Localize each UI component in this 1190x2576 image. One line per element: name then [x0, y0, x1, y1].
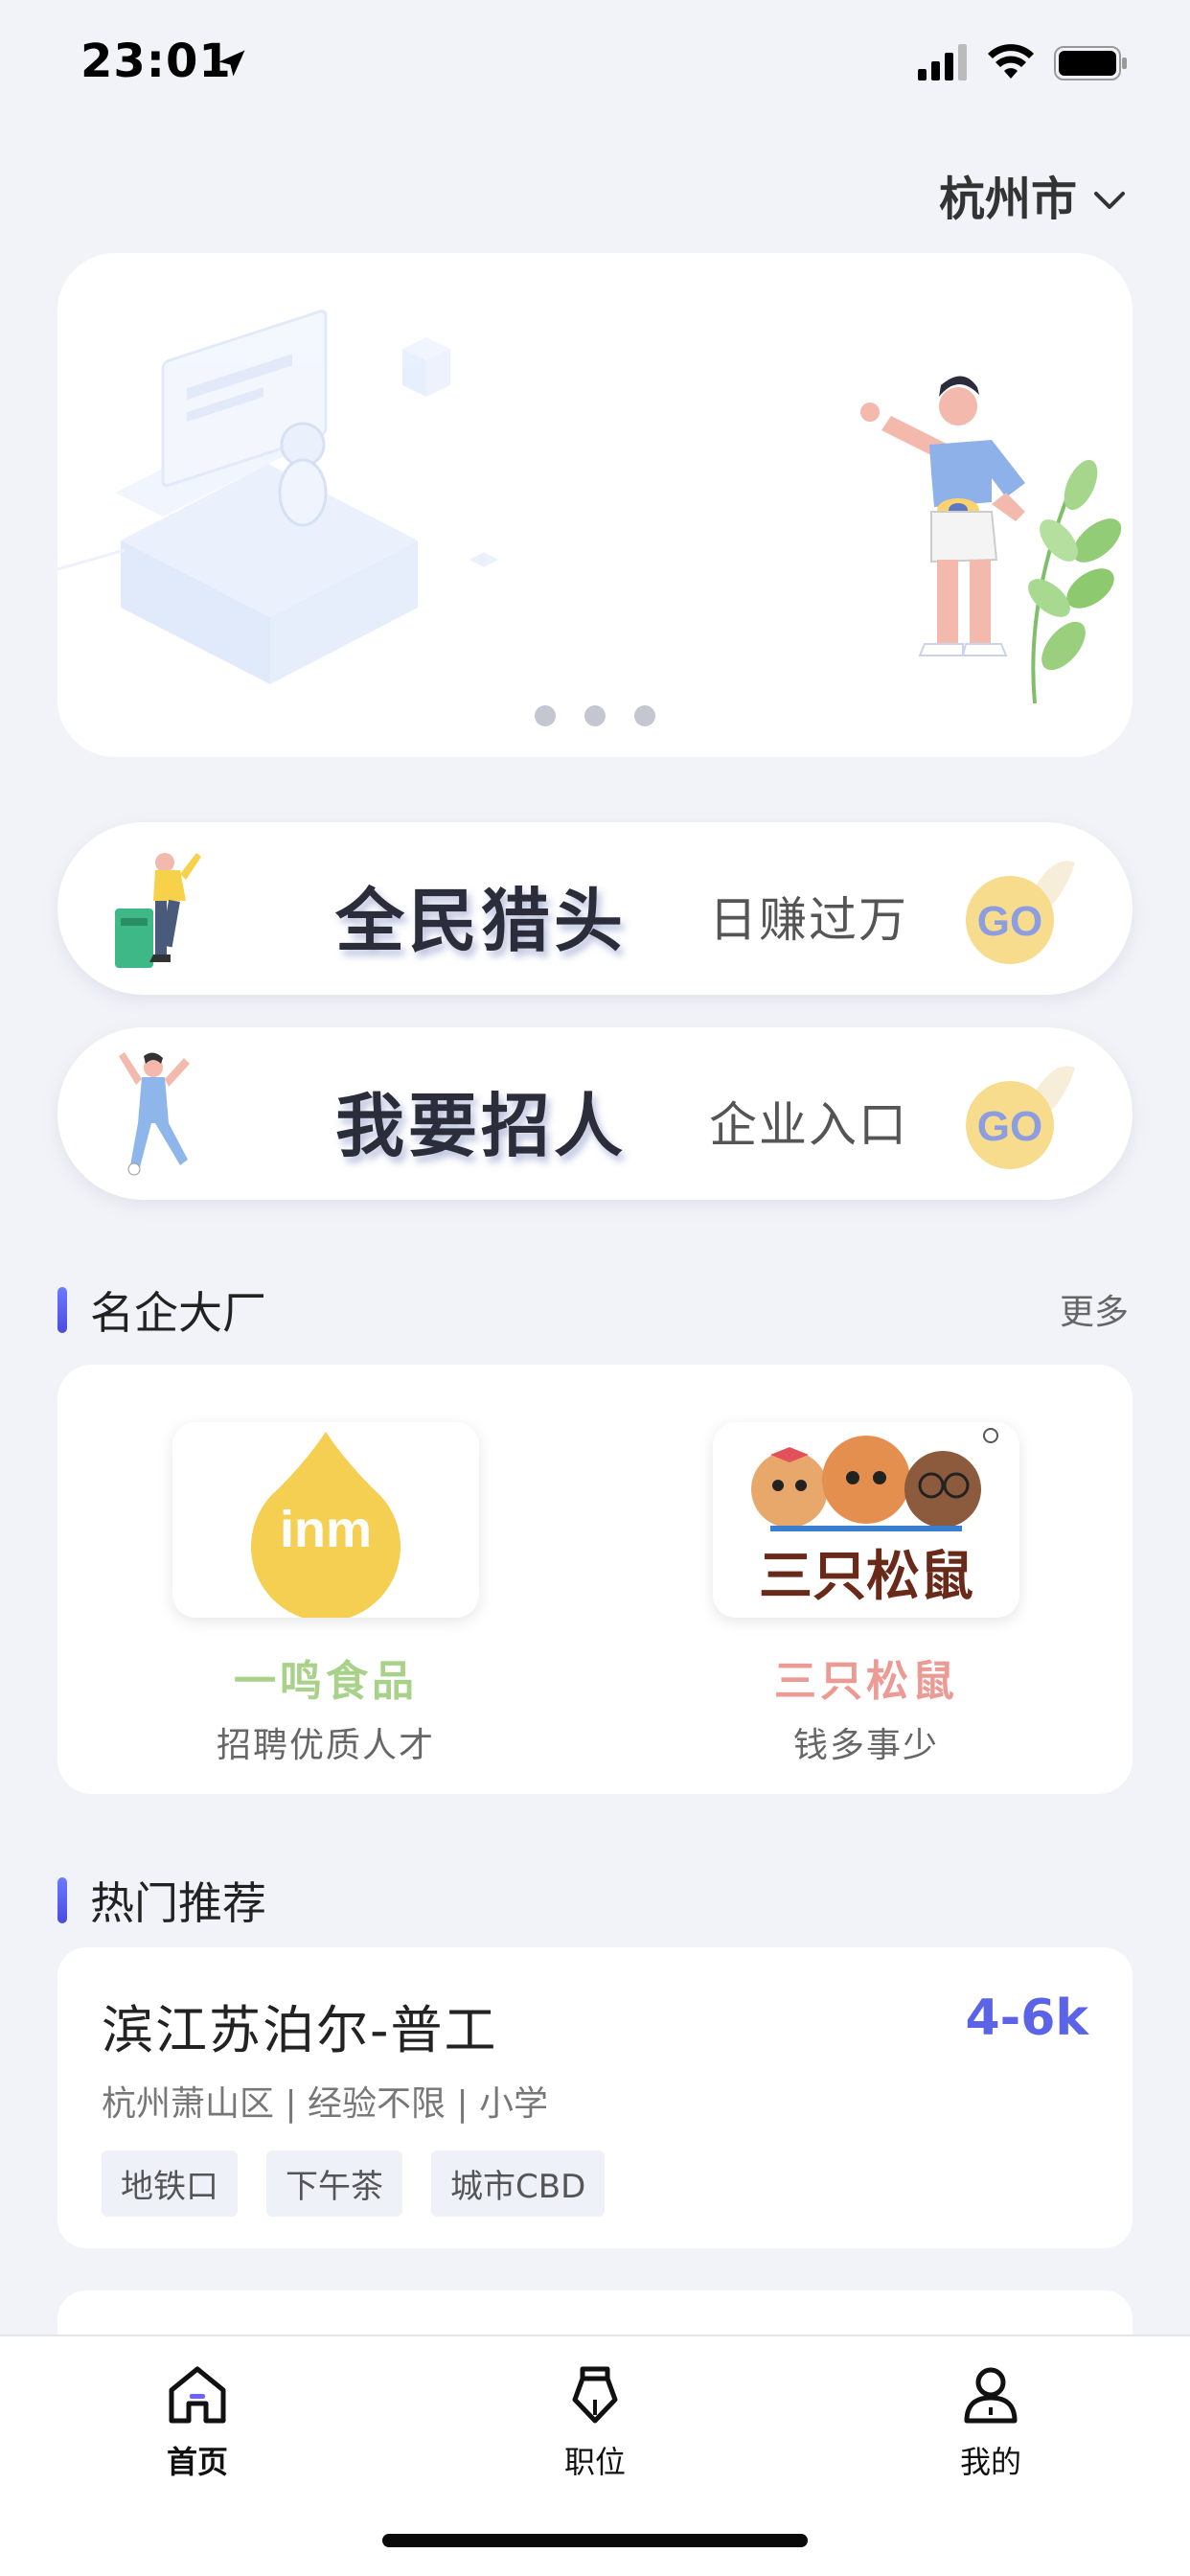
job-title: 滨江苏泊尔-普工	[102, 2000, 498, 2060]
promo-title: 全民猎头	[335, 881, 628, 961]
logo-text: inm	[280, 1501, 372, 1558]
wifi-icon	[988, 44, 1034, 79]
company-name: 三只松鼠	[774, 1657, 958, 1706]
location-arrow-icon	[218, 50, 245, 77]
battery-icon	[1054, 46, 1127, 80]
section-famous-companies: 名企大厂	[57, 1278, 266, 1342]
job-card[interactable]: 滨江苏泊尔-普工 4-6k 杭州萧山区 | 经验不限 | 小学 地铁口 下午茶 …	[57, 1947, 1133, 2248]
tab-label: 首页	[166, 2444, 228, 2480]
status-time: 23:01	[80, 34, 232, 88]
section-accent-bar	[57, 1877, 67, 1923]
go-button[interactable]: GO	[960, 843, 1085, 978]
section-accent-bar	[57, 1287, 67, 1333]
job-tags: 地铁口 下午茶 城市CBD	[102, 2150, 606, 2217]
chevron-down-icon	[1094, 192, 1125, 209]
carousel-dots[interactable]	[57, 705, 1133, 726]
briefcase-icon	[572, 2366, 618, 2424]
job-tag: 城市CBD	[431, 2150, 606, 2217]
user-icon	[964, 2367, 1018, 2424]
job-tag: 下午茶	[266, 2150, 402, 2217]
yiming-logo: inm	[251, 1432, 400, 1618]
go-button[interactable]: GO	[960, 1048, 1085, 1183]
tab-label: 我的	[959, 2444, 1021, 2480]
company-name: 一鸣食品	[234, 1657, 418, 1706]
status-bar: 23:01	[0, 0, 1190, 125]
promo-title: 我要招人	[335, 1086, 628, 1166]
promo-subtitle: 日赚过万	[709, 892, 908, 948]
tab-jobs[interactable]: 职位	[499, 2361, 691, 2482]
headhunter-illustration	[115, 853, 201, 968]
logo-text: 三只松鼠	[759, 1546, 973, 1608]
job-tag: 地铁口	[102, 2150, 238, 2217]
carousel-dot[interactable]	[584, 705, 606, 726]
section-title: 名企大厂	[90, 1287, 266, 1339]
banner-illustration	[57, 310, 1122, 704]
promo-subtitle: 企业入口	[709, 1097, 908, 1153]
city-selector[interactable]: 杭州市	[939, 161, 1129, 228]
section-title: 热门推荐	[90, 1877, 266, 1929]
companies-card: inm 一鸣食品 招聘优质人才 三只松鼠 三只松鼠 钱多事少	[57, 1365, 1133, 1794]
company-yiming[interactable]: inm 一鸣食品 招聘优质人才	[172, 1422, 479, 1767]
carousel-dot[interactable]	[535, 705, 556, 726]
job-meta: 杭州萧山区 | 经验不限 | 小学	[102, 2084, 549, 2124]
company-logo: inm	[172, 1422, 479, 1618]
company-slogan: 钱多事少	[792, 1726, 939, 1765]
promo-hire[interactable]: 我要招人 企业入口 GO	[57, 1027, 1133, 1200]
signal-icon	[918, 44, 967, 80]
section-hot-recommend: 热门推荐	[57, 1869, 266, 1932]
home-indicator[interactable]	[382, 2534, 808, 2547]
hire-illustration	[119, 1052, 190, 1176]
job-salary: 4-6k	[965, 1990, 1088, 2047]
tab-home[interactable]: 首页	[102, 2361, 293, 2482]
promo-headhunter[interactable]: 全民猎头 日赚过万 GO	[57, 822, 1133, 995]
company-logo: 三只松鼠	[713, 1422, 1019, 1618]
company-three-squirrels[interactable]: 三只松鼠 三只松鼠 钱多事少	[713, 1422, 1019, 1767]
banner-carousel[interactable]	[57, 253, 1133, 757]
carousel-dot[interactable]	[634, 705, 655, 726]
city-name: 杭州市	[938, 172, 1077, 226]
home-icon	[169, 2366, 226, 2424]
go-label: GO	[977, 898, 1042, 945]
more-link[interactable]: 更多	[1060, 1284, 1129, 1334]
tab-mine[interactable]: 我的	[895, 2361, 1087, 2482]
three-squirrels-logo: 三只松鼠	[751, 1428, 998, 1608]
company-slogan: 招聘优质人才	[216, 1726, 435, 1765]
go-label: GO	[977, 1103, 1042, 1150]
tab-label: 职位	[563, 2444, 626, 2480]
